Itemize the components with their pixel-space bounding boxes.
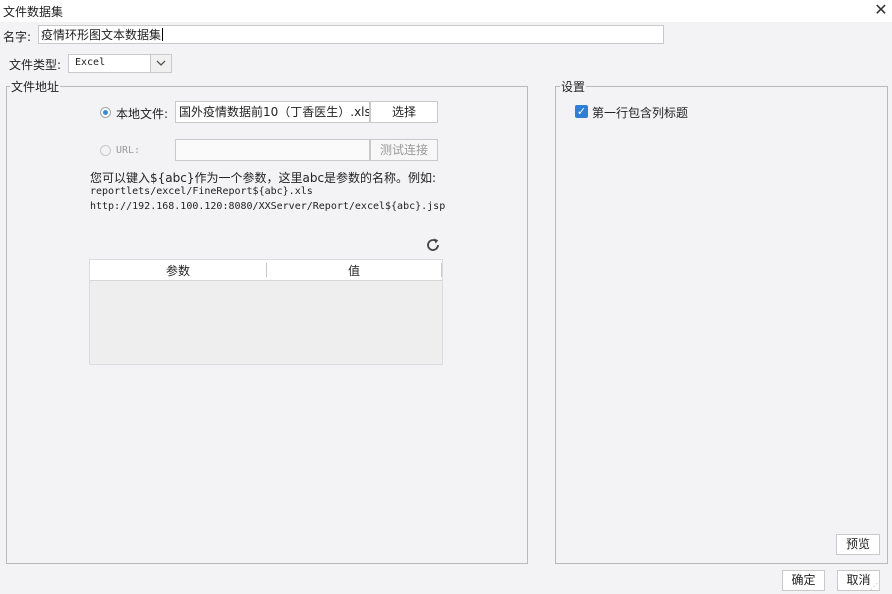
preview-button[interactable]: 预览 xyxy=(836,534,880,555)
settings-group xyxy=(555,86,888,564)
name-input-value: 疫情环形图文本数据集 xyxy=(41,28,162,42)
test-connection-button[interactable]: 测试连接 xyxy=(370,139,438,161)
hint-text: 您可以键入${abc}作为一个参数，这里abc是参数的名称。例如: xyxy=(90,171,437,185)
local-file-path[interactable]: 国外疫情数据前10（丁香医生）.xls xyxy=(175,101,370,123)
chevron-down-icon xyxy=(156,60,166,66)
file-type-select[interactable]: Excel xyxy=(68,54,172,73)
title-bar: 文件数据集 ✕ xyxy=(0,0,892,22)
resize-grip-icon[interactable]: ⋰ xyxy=(870,582,878,591)
params-table: 参数 值 xyxy=(89,259,443,365)
choose-file-button[interactable]: 选择 xyxy=(370,101,438,123)
settings-legend: 设置 xyxy=(560,78,587,95)
local-file-radio[interactable] xyxy=(100,107,111,118)
file-type-selected: Excel xyxy=(75,57,106,68)
close-icon[interactable]: ✕ xyxy=(870,0,892,22)
hint-example-url: http://192.168.100.120:8080/XXServer/Rep… xyxy=(90,201,446,212)
text-caret xyxy=(162,28,164,41)
window-title: 文件数据集 xyxy=(3,5,64,19)
column-divider xyxy=(441,263,442,277)
first-row-header-label: 第一行包含列标题 xyxy=(592,106,689,120)
url-radio[interactable] xyxy=(100,145,111,156)
name-input[interactable]: 疫情环形图文本数据集 xyxy=(38,25,664,44)
file-address-legend: 文件地址 xyxy=(10,78,61,95)
ok-button[interactable]: 确定 xyxy=(782,570,825,591)
column-header-param: 参数 xyxy=(165,264,190,278)
column-header-value: 值 xyxy=(347,264,360,278)
first-row-header-checkbox[interactable]: ✓ xyxy=(575,105,588,118)
params-table-header: 参数 值 xyxy=(90,260,442,281)
refresh-icon[interactable] xyxy=(425,237,441,253)
name-label: 名字: xyxy=(3,30,32,44)
hint-example-path: reportlets/excel/FineReport${abc}.xls xyxy=(90,186,313,197)
dropdown-button[interactable] xyxy=(150,55,171,72)
local-file-label: 本地文件: xyxy=(116,107,169,121)
url-input[interactable] xyxy=(175,139,370,161)
url-label: URL: xyxy=(116,145,141,156)
file-type-label: 文件类型: xyxy=(9,58,62,72)
